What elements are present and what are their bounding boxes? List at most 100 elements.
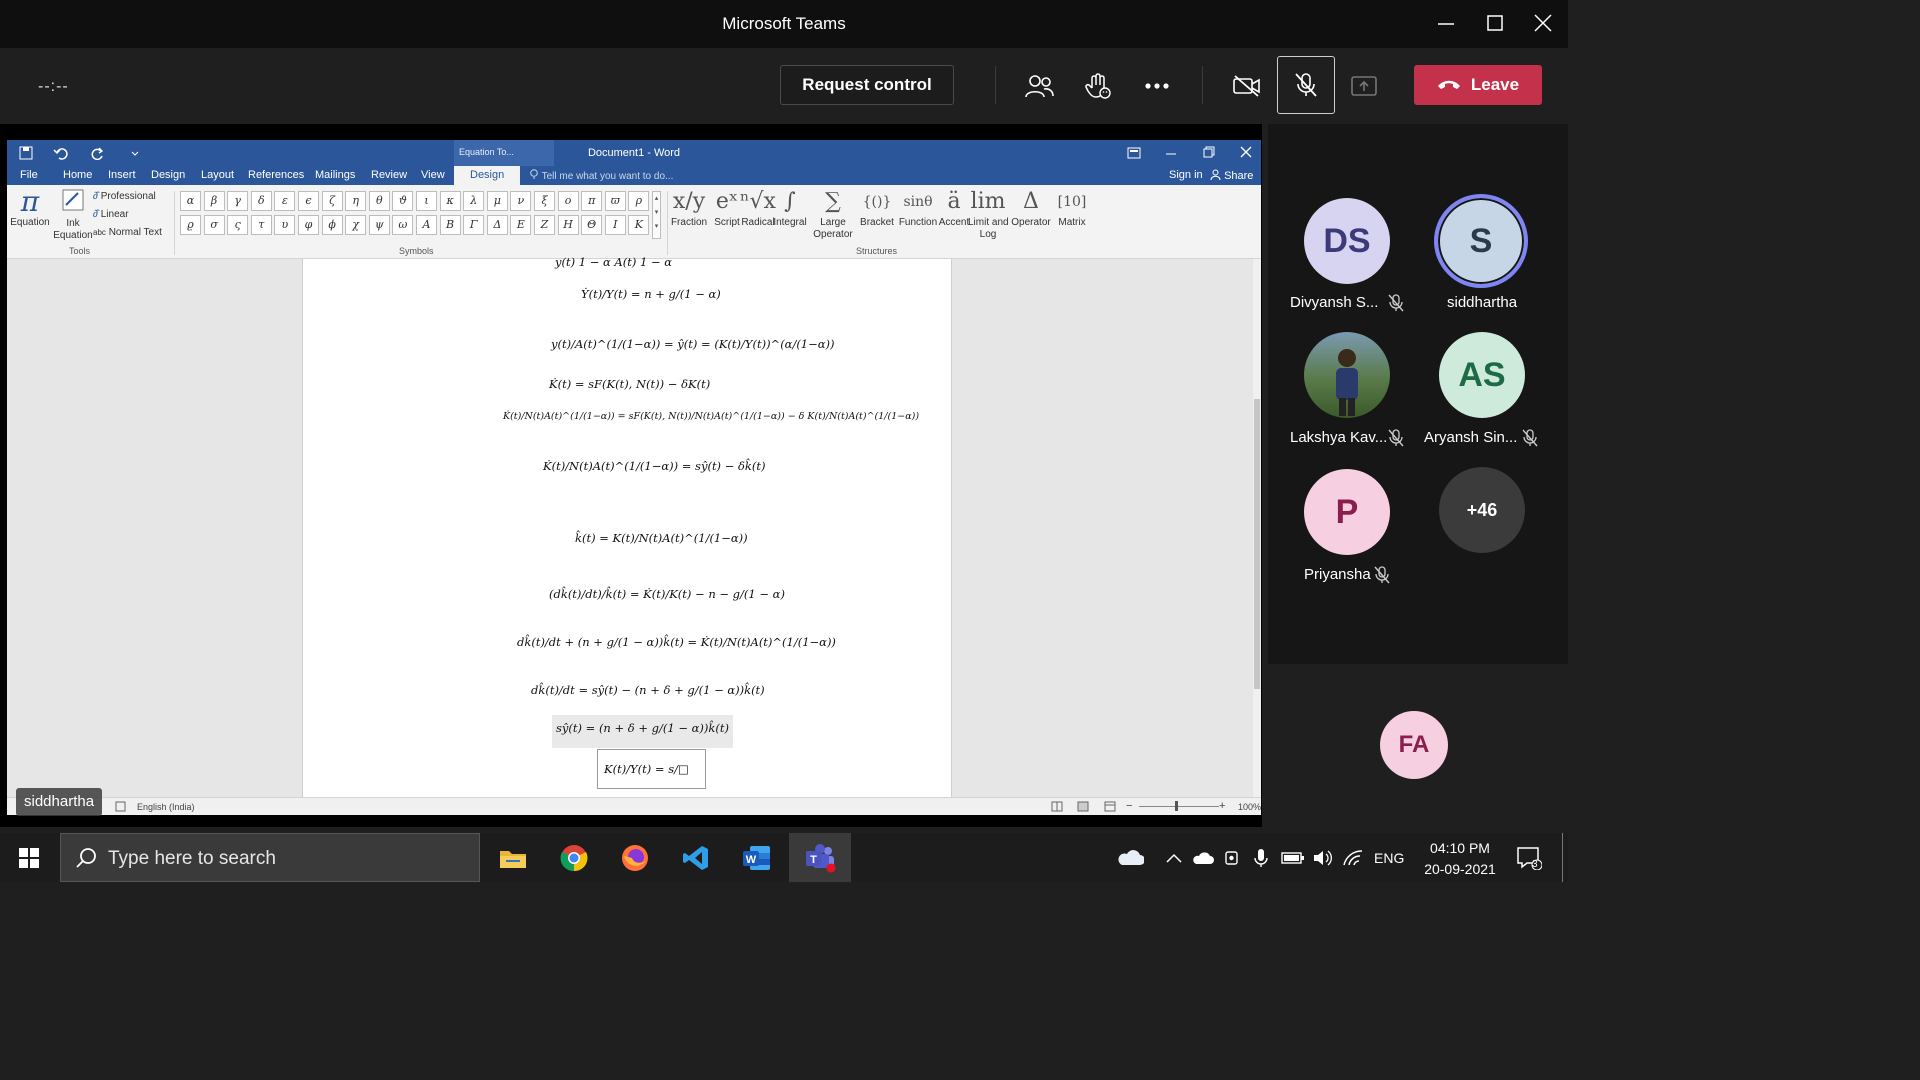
- symbol-button[interactable]: α: [180, 191, 201, 211]
- symbol-button[interactable]: σ: [203, 215, 225, 235]
- equation-line[interactable]: dk̂(t)/dt = sŷ(t) − (n + δ + g/(1 − α))k…: [531, 683, 765, 697]
- word-minimize-icon[interactable]: [1165, 147, 1177, 159]
- symbol-button[interactable]: Γ: [463, 215, 485, 235]
- symbol-button[interactable]: ϑ: [392, 191, 414, 211]
- vscode-icon[interactable]: [667, 833, 725, 882]
- print-layout-icon[interactable]: [1077, 801, 1089, 812]
- symbol-button[interactable]: ψ: [368, 215, 390, 235]
- read-mode-icon[interactable]: [1051, 801, 1063, 812]
- microphone-in-use-icon[interactable]: [1254, 833, 1268, 882]
- symbol-button[interactable]: ν: [510, 191, 532, 211]
- equation-line[interactable]: K̇(t) = sF(K(t), N(t)) − δK(t): [549, 377, 710, 391]
- equation-line[interactable]: K̇(t)/N(t)A(t)^(1/(1−α)) = sF(K(t), N(t)…: [503, 411, 919, 422]
- zoom-out-icon[interactable]: −: [1126, 800, 1132, 812]
- ribbon-display-icon[interactable]: [1127, 147, 1141, 159]
- more-options-icon[interactable]: [1135, 64, 1179, 108]
- web-layout-icon[interactable]: [1104, 801, 1116, 812]
- language-status[interactable]: English (India): [137, 802, 195, 812]
- symbol-button[interactable]: Β: [439, 215, 461, 235]
- structure-function-button[interactable]: sinθ Function: [898, 187, 938, 229]
- structure-fraction-button[interactable]: x/y Fraction: [669, 187, 709, 229]
- professional-option[interactable]: ∂̂ Professional: [93, 191, 156, 202]
- close-icon[interactable]: [1529, 12, 1557, 36]
- symbol-button[interactable]: γ: [227, 191, 249, 211]
- show-hidden-icons[interactable]: [1166, 833, 1182, 882]
- symbol-button[interactable]: Ζ: [534, 215, 555, 235]
- structure-matrix-button[interactable]: [10] Matrix: [1052, 187, 1092, 229]
- equation-line[interactable]: k̂(t) = K(t)/N(t)A(t)^(1/(1−α)): [575, 531, 748, 545]
- scrollbar-thumb[interactable]: [1254, 399, 1260, 689]
- word-icon[interactable]: W: [728, 833, 786, 882]
- symbol-button[interactable]: χ: [345, 215, 367, 235]
- word-close-icon[interactable]: [1240, 146, 1252, 158]
- symbol-button[interactable]: λ: [463, 191, 485, 211]
- normal-text-option[interactable]: abc Normal Text: [93, 227, 162, 238]
- symbol-button[interactable]: Ι: [604, 215, 626, 235]
- symbol-button[interactable]: Δ: [486, 215, 508, 235]
- equation-line[interactable]: y(t) 1 − α A(t) 1 − α: [555, 255, 672, 269]
- equation-button[interactable]: π Equation: [10, 187, 50, 229]
- ink-equation-button[interactable]: Ink Equation: [53, 187, 93, 242]
- zoom-in-icon[interactable]: +: [1219, 800, 1225, 812]
- show-desktop-button[interactable]: [1562, 833, 1563, 882]
- symbol-button[interactable]: ι: [416, 191, 437, 211]
- start-button[interactable]: [0, 833, 58, 882]
- wifi-icon[interactable]: [1342, 833, 1364, 882]
- equation-line-selected[interactable]: sŷ(t) = (n + δ + g/(1 − α))k̂(t): [552, 715, 733, 748]
- symbol-button[interactable]: δ: [250, 191, 272, 211]
- symbol-button[interactable]: ρ: [628, 191, 650, 211]
- equation-line[interactable]: dk̂(t)/dt + (n + g/(1 − α))k̂(t) = K̇(t)…: [517, 635, 836, 649]
- participants-icon[interactable]: [1017, 64, 1061, 108]
- request-control-button[interactable]: Request control: [780, 65, 954, 105]
- avatar[interactable]: P: [1304, 469, 1390, 555]
- share-button[interactable]: Share: [1210, 169, 1253, 182]
- symbol-button[interactable]: η: [345, 191, 367, 211]
- symbol-button[interactable]: ε: [274, 191, 296, 211]
- symbol-button[interactable]: π: [581, 191, 603, 211]
- symbol-button[interactable]: μ: [486, 191, 508, 211]
- tab-home[interactable]: Home: [63, 169, 92, 181]
- symbol-button[interactable]: κ: [439, 191, 461, 211]
- symbol-button[interactable]: Η: [557, 215, 579, 235]
- avatar-speaking[interactable]: S: [1434, 194, 1528, 288]
- raise-hand-icon[interactable]: [1076, 64, 1120, 108]
- symbol-button[interactable]: ζ: [321, 191, 343, 211]
- avatar[interactable]: AS: [1439, 332, 1525, 418]
- symbol-button[interactable]: Κ: [628, 215, 650, 235]
- chrome-icon[interactable]: [545, 833, 603, 882]
- teams-icon[interactable]: T: [789, 833, 851, 882]
- symbol-button[interactable]: ο: [557, 191, 579, 211]
- tab-insert[interactable]: Insert: [108, 169, 136, 181]
- onedrive-icon[interactable]: [1116, 833, 1144, 882]
- symbol-button[interactable]: ϱ: [180, 215, 201, 235]
- clock[interactable]: 04:10 PM 20-09-2021: [1405, 838, 1515, 880]
- symbol-button[interactable]: β: [203, 191, 225, 211]
- symbol-button[interactable]: ϵ: [298, 191, 319, 211]
- leave-button[interactable]: Leave: [1414, 65, 1542, 105]
- structure-large-button[interactable]: ∑ Large Operator: [813, 187, 853, 241]
- symbol-button[interactable]: φ: [298, 215, 319, 235]
- symbol-button[interactable]: τ: [250, 215, 272, 235]
- tab-mailings[interactable]: Mailings: [315, 169, 355, 181]
- mic-muted-button[interactable]: [1277, 56, 1335, 114]
- gallery-more-icon[interactable]: ▴ ▾ ▾: [652, 191, 661, 239]
- zoom-slider-thumb[interactable]: [1175, 801, 1178, 811]
- symbol-button[interactable]: υ: [274, 215, 296, 235]
- symbol-button[interactable]: ϖ: [604, 191, 626, 211]
- symbol-button[interactable]: Ε: [510, 215, 532, 235]
- avatar[interactable]: DS: [1304, 198, 1390, 284]
- equation-line[interactable]: K̇(t)/N(t)A(t)^(1/(1−α)) = sŷ(t) − δk̂(t…: [543, 459, 765, 473]
- structure-limit-and-button[interactable]: lim Limit and Log: [968, 187, 1009, 241]
- file-explorer-icon[interactable]: [484, 833, 542, 882]
- zoom-slider[interactable]: [1139, 806, 1219, 807]
- maximize-icon[interactable]: [1481, 12, 1509, 36]
- zoom-level[interactable]: 100%: [1238, 802, 1261, 812]
- camera-off-icon[interactable]: [1225, 64, 1269, 108]
- symbol-button[interactable]: θ: [368, 191, 390, 211]
- more-participants-button[interactable]: +46: [1439, 467, 1525, 553]
- input-language[interactable]: ENG: [1374, 833, 1404, 882]
- symbol-button[interactable]: ς: [227, 215, 249, 235]
- vertical-scrollbar[interactable]: [1253, 259, 1261, 797]
- cloud-icon[interactable]: [1192, 833, 1214, 882]
- tab-review[interactable]: Review: [371, 169, 407, 181]
